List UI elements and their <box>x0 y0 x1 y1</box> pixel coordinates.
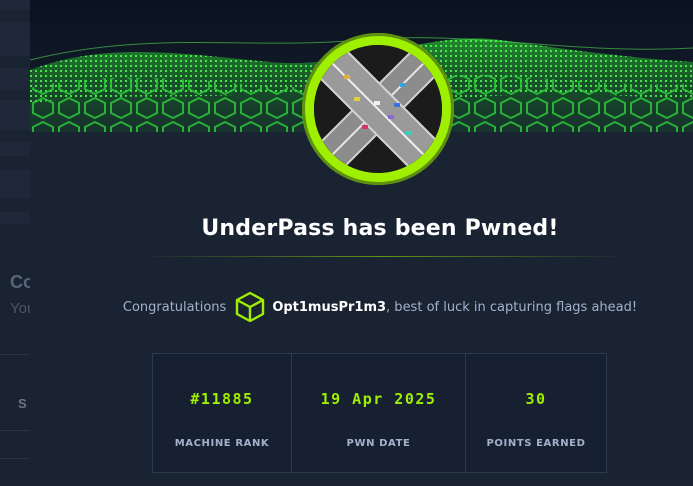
title-divider <box>138 256 628 257</box>
stat-value: 30 <box>525 390 547 408</box>
stat-pwn-date: 19 Apr 2025 PWN DATE <box>292 354 466 472</box>
highway-interchange-image <box>314 45 442 173</box>
machine-avatar <box>302 33 454 185</box>
stats-panel: #11885 MACHINE RANK 19 Apr 2025 PWN DATE… <box>152 353 607 473</box>
bg-divider <box>0 354 30 355</box>
congrats-lead: Congratulations <box>122 299 227 315</box>
stat-label: POINTS EARNED <box>486 438 586 449</box>
bg-row <box>0 22 30 56</box>
bg-row <box>0 100 30 130</box>
bg-row <box>0 170 30 198</box>
stat-value: 19 Apr 2025 <box>320 390 437 408</box>
bg-row <box>0 142 30 156</box>
congrats-line: Congratulations Opt1musPr1m3 , best of l… <box>30 290 693 324</box>
stat-label: MACHINE RANK <box>174 438 270 449</box>
bg-row <box>0 68 30 90</box>
bg-divider <box>0 458 30 459</box>
stat-machine-rank: #11885 MACHINE RANK <box>153 354 292 472</box>
username[interactable]: Opt1musPr1m3 <box>272 300 386 315</box>
background-button[interactable]: S <box>18 396 27 411</box>
hex-cube-icon <box>234 291 266 323</box>
bg-row <box>0 212 30 224</box>
bg-row <box>0 0 30 10</box>
congrats-tail: , best of luck in capturing flags ahead! <box>386 299 638 315</box>
stat-points-earned: 30 POINTS EARNED <box>466 354 606 472</box>
pwned-title: UnderPass has been Pwned! <box>201 216 559 241</box>
pwned-modal: UnderPass has been Pwned! Congratulation… <box>30 0 693 486</box>
stat-value: #11885 <box>190 390 254 408</box>
bg-divider <box>0 430 30 431</box>
stat-label: PWN DATE <box>346 438 411 449</box>
